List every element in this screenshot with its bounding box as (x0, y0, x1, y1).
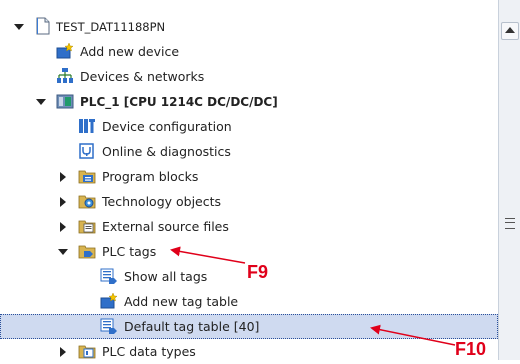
annotation-label-f9: F9 (247, 262, 269, 282)
annotation-arrow-f9 (170, 246, 246, 264)
annotation-overlay (170, 246, 456, 346)
annotation-label-f10: F10 (455, 339, 487, 359)
annotation-arrow-f10 (370, 324, 456, 346)
